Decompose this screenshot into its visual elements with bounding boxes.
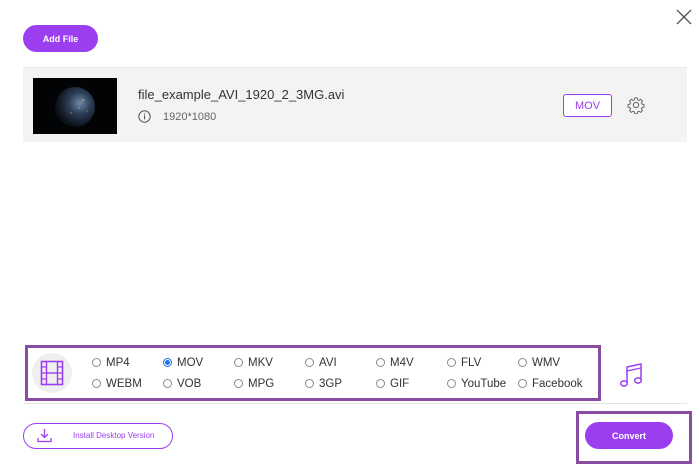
format-option-vob[interactable]: VOB — [163, 377, 234, 390]
radio-button[interactable] — [92, 379, 101, 388]
file-name: file_example_AVI_1920_2_3MG.avi — [138, 87, 345, 102]
format-option-3gp[interactable]: 3GP — [305, 377, 376, 390]
format-option-flv[interactable]: FLV — [447, 356, 518, 369]
format-label: MPG — [248, 377, 275, 390]
radio-button[interactable] — [163, 358, 172, 367]
add-file-button[interactable]: Add File — [23, 25, 98, 52]
format-option-youtube[interactable]: YouTube — [447, 377, 518, 390]
format-option-avi[interactable]: AVI — [305, 356, 376, 369]
video-format-tab[interactable] — [28, 348, 76, 398]
output-format-button[interactable]: MOV — [563, 94, 612, 117]
format-label: FLV — [461, 356, 482, 369]
format-label: MP4 — [106, 356, 130, 369]
radio-button[interactable] — [305, 379, 314, 388]
gear-icon[interactable] — [627, 96, 645, 114]
format-option-gif[interactable]: GIF — [376, 377, 447, 390]
format-label: YouTube — [461, 377, 507, 390]
radio-button[interactable] — [234, 379, 243, 388]
format-label: MOV — [177, 356, 204, 369]
resolution-label: 1920*1080 — [163, 111, 217, 123]
format-option-wmv[interactable]: WMV — [518, 356, 589, 369]
radio-button[interactable] — [305, 358, 314, 367]
format-label: Facebook — [532, 377, 583, 390]
format-option-webm[interactable]: WEBM — [92, 377, 163, 390]
radio-button[interactable] — [234, 358, 243, 367]
format-label: AVI — [319, 356, 337, 369]
video-thumbnail — [33, 78, 117, 134]
format-option-facebook[interactable]: Facebook — [518, 377, 589, 390]
format-option-mp4[interactable]: MP4 — [92, 356, 163, 369]
radio-button[interactable] — [447, 358, 456, 367]
radio-button[interactable] — [163, 379, 172, 388]
format-label: WMV — [532, 356, 561, 369]
format-label: VOB — [177, 377, 202, 390]
format-label: GIF — [390, 377, 410, 390]
format-options: MP4 MOV MKV AVI M4V FLV WMV WEBM VOB MPG… — [92, 356, 592, 390]
install-label: Install Desktop Version — [73, 431, 155, 440]
radio-button[interactable] — [92, 358, 101, 367]
radio-button[interactable] — [376, 358, 385, 367]
film-icon — [40, 360, 64, 386]
format-label: WEBM — [106, 377, 142, 390]
info-icon — [138, 110, 151, 123]
file-row: file_example_AVI_1920_2_3MG.avi 1920*108… — [23, 67, 687, 142]
radio-button[interactable] — [376, 379, 385, 388]
convert-button[interactable]: Convert — [585, 422, 673, 449]
format-selection-panel: MP4 MOV MKV AVI M4V FLV WMV WEBM VOB MPG… — [25, 345, 601, 401]
radio-button[interactable] — [518, 379, 527, 388]
divider — [23, 403, 687, 404]
music-note-icon[interactable] — [618, 362, 644, 390]
format-label: M4V — [390, 356, 414, 369]
download-icon — [37, 429, 52, 443]
radio-button[interactable] — [518, 358, 527, 367]
radio-button[interactable] — [447, 379, 456, 388]
install-desktop-button[interactable]: Install Desktop Version — [23, 423, 173, 449]
format-option-mpg[interactable]: MPG — [234, 377, 305, 390]
close-button[interactable] — [671, 4, 697, 30]
format-label: 3GP — [319, 377, 343, 390]
format-option-mov[interactable]: MOV — [163, 356, 234, 369]
format-label: MKV — [248, 356, 273, 369]
format-option-mkv[interactable]: MKV — [234, 356, 305, 369]
format-option-m4v[interactable]: M4V — [376, 356, 447, 369]
close-icon — [676, 9, 692, 25]
